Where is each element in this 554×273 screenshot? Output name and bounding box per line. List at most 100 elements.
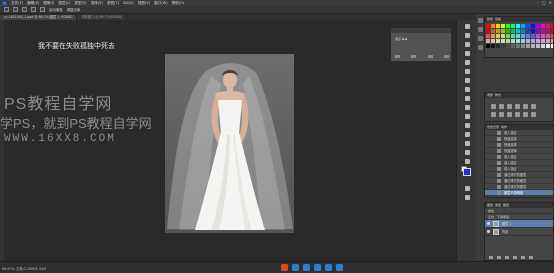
color-swatch[interactable] [511, 29, 515, 33]
color-swatch[interactable] [541, 39, 545, 43]
levels-icon[interactable] [499, 104, 504, 109]
menu-image[interactable]: 图像(I) [43, 1, 54, 6]
lasso-tool-icon[interactable] [465, 42, 470, 47]
panel-button-2[interactable] [411, 55, 417, 58]
color-swatch[interactable] [531, 24, 535, 28]
color-swatch[interactable] [521, 24, 525, 28]
link-layers-icon[interactable] [489, 256, 493, 259]
color-swatch[interactable] [486, 34, 490, 38]
color-swatch[interactable] [546, 29, 550, 33]
color-swatch[interactable] [501, 24, 505, 28]
color-swatch[interactable] [521, 39, 525, 43]
gray-swatch[interactable] [501, 44, 505, 48]
color-swatch[interactable] [516, 29, 520, 33]
gray-swatch[interactable] [511, 44, 515, 48]
history-brush-tool-icon[interactable] [465, 105, 470, 110]
color-swatch[interactable] [516, 39, 520, 43]
color-swatch[interactable] [536, 29, 540, 33]
gray-swatch[interactable] [496, 44, 500, 48]
visibility-eye-icon[interactable] [487, 222, 490, 225]
gray-swatch[interactable] [546, 44, 550, 48]
properties-panel-icon[interactable] [478, 27, 483, 32]
color-swatch[interactable] [491, 39, 495, 43]
color-swatch[interactable] [526, 24, 530, 28]
color-balance-icon[interactable] [491, 112, 496, 117]
photo-filter-icon[interactable] [507, 112, 512, 117]
quick-select-icon[interactable] [4, 7, 9, 12]
eyedropper-tool-icon[interactable] [465, 69, 470, 74]
healing-tool-icon[interactable] [465, 78, 470, 83]
color-swatch[interactable] [496, 24, 500, 28]
color-swatch[interactable] [491, 34, 495, 38]
sample-all-checkbox[interactable] [40, 7, 45, 12]
gray-swatch[interactable] [531, 44, 535, 48]
close-button[interactable]: × [549, 0, 552, 5]
color-swatch[interactable] [501, 29, 505, 33]
maximize-button[interactable]: □ [542, 0, 546, 5]
tab-paths[interactable]: 路径 [503, 203, 509, 208]
color-swatch[interactable] [506, 34, 510, 38]
hand-tool-icon[interactable] [465, 159, 470, 164]
tab-adjustments[interactable]: 调整 [487, 93, 493, 98]
gray-swatch[interactable] [516, 44, 520, 48]
color-swatch[interactable] [531, 39, 535, 43]
gradient-tool-icon[interactable] [465, 123, 470, 128]
color-swatch[interactable] [496, 29, 500, 33]
pen-tool-icon[interactable] [465, 141, 470, 146]
color-swatch[interactable] [531, 29, 535, 33]
clone-stamp-tool-icon[interactable] [465, 96, 470, 101]
color-swatch[interactable] [486, 29, 490, 33]
panel-button-4[interactable] [443, 55, 449, 58]
panel-button-1[interactable] [395, 55, 400, 58]
move-tool-icon[interactable] [465, 24, 470, 29]
refine-edge-button[interactable]: 调整边缘 [67, 7, 81, 12]
color-swatch[interactable] [521, 34, 525, 38]
color-swatch[interactable] [536, 39, 540, 43]
menu-view[interactable]: 视图(V) [138, 1, 150, 6]
menu-edit[interactable]: 编辑(E) [27, 1, 39, 6]
blend-mode-select[interactable]: 正常 [488, 215, 494, 219]
color-swatch[interactable] [546, 39, 550, 43]
menu-select[interactable]: 选择(S) [91, 1, 103, 6]
new-group-icon[interactable] [513, 256, 517, 259]
color-swatch[interactable] [546, 24, 550, 28]
color-swatch[interactable] [536, 34, 540, 38]
panel-button-3[interactable] [427, 55, 433, 58]
layer-row[interactable]: 图层 1 [485, 220, 553, 228]
history-item-active[interactable]: 图层不透明度 [485, 190, 553, 196]
brush-tool-icon[interactable] [465, 87, 470, 92]
type-tool-icon[interactable] [465, 150, 470, 155]
mic-icon[interactable] [303, 264, 310, 271]
brightness-icon[interactable] [491, 104, 496, 109]
gradient-map-icon[interactable] [531, 112, 536, 117]
color-swatch[interactable] [511, 34, 515, 38]
visibility-eye-icon[interactable] [487, 230, 490, 233]
layer-style-icon[interactable] [497, 256, 501, 259]
history-panel-icon[interactable] [478, 18, 483, 23]
grid-icon[interactable] [336, 264, 343, 271]
brush-size-icon[interactable] [31, 7, 36, 12]
tab-layers[interactable]: 图层 [487, 203, 493, 208]
layer-kind-filter[interactable]: 类型 [488, 209, 494, 213]
menu-help[interactable]: 帮助(H) [172, 1, 185, 6]
vibrance-icon[interactable] [523, 104, 528, 109]
quick-mask-icon[interactable] [465, 186, 470, 191]
auto-enhance-label[interactable]: 自动增强 [49, 7, 63, 12]
color-swatch[interactable] [541, 34, 545, 38]
tab-history[interactable]: 历史记录 [487, 125, 499, 130]
color-swatch[interactable] [521, 29, 525, 33]
menu-file[interactable]: 文件(F) [11, 1, 23, 6]
color-swatch[interactable] [541, 29, 545, 33]
add-selection-icon[interactable] [13, 7, 18, 12]
tab-channels[interactable]: 通道 [495, 203, 501, 208]
floating-panel[interactable]: 源点 ▪ ▪ [390, 27, 452, 62]
marquee-tool-icon[interactable] [465, 33, 470, 38]
curves-icon[interactable] [507, 104, 512, 109]
color-swatch[interactable] [526, 34, 530, 38]
color-swatch[interactable] [541, 24, 545, 28]
color-swatch[interactable] [506, 39, 510, 43]
menu-layer[interactable]: 图层(L) [58, 1, 70, 6]
color-swatch[interactable] [491, 29, 495, 33]
crop-tool-icon[interactable] [465, 60, 470, 65]
opacity-label[interactable]: 不透明度: [497, 215, 510, 219]
